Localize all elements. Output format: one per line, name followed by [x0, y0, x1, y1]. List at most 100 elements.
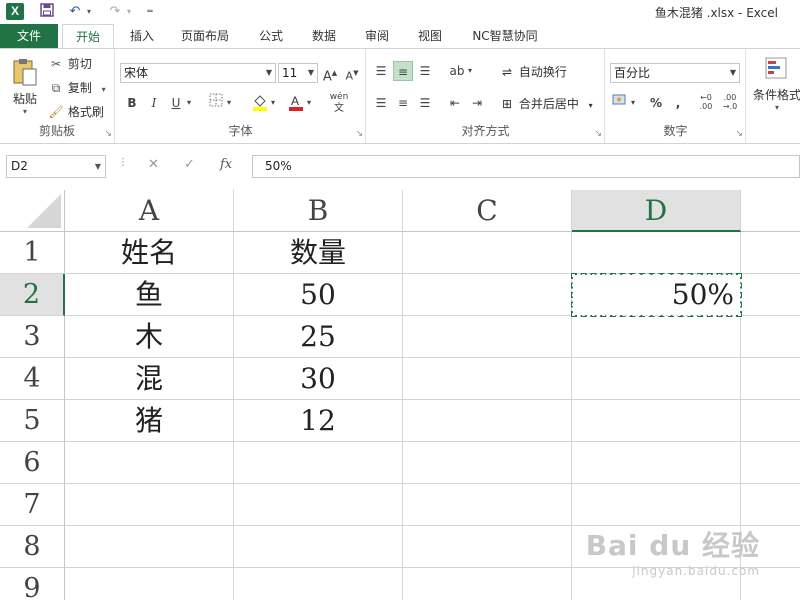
orientation-dropdown-icon[interactable]: ▾ — [465, 61, 475, 81]
alignment-launcher-icon[interactable]: ↘ — [594, 129, 602, 139]
align-middle-button[interactable]: ≡ — [393, 61, 413, 81]
cell-d3[interactable] — [572, 316, 741, 358]
redo-dropdown-icon[interactable]: ▾ — [124, 3, 134, 21]
bold-button[interactable]: B — [122, 93, 142, 113]
font-name-combo[interactable]: 宋体 ▼ — [120, 63, 276, 83]
phonetic-guide-button[interactable]: wén 文 — [326, 91, 352, 114]
fill-color-button[interactable] — [250, 93, 270, 113]
tab-formulas[interactable]: 公式 — [248, 24, 294, 49]
cell-c3[interactable] — [403, 316, 572, 358]
cell-c6[interactable] — [403, 442, 572, 484]
borders-button[interactable] — [206, 93, 226, 113]
borders-dropdown-icon[interactable]: ▾ — [224, 93, 234, 113]
cell-a6[interactable] — [65, 442, 234, 484]
cell-c8[interactable] — [403, 526, 572, 568]
cell-a7[interactable] — [65, 484, 234, 526]
cell-e2[interactable] — [741, 274, 800, 316]
cancel-icon[interactable]: ✕ — [148, 157, 159, 172]
row-header-4[interactable]: 4 — [0, 358, 65, 400]
align-top-button[interactable]: ☰ — [371, 61, 391, 81]
number-launcher-icon[interactable]: ↘ — [735, 129, 743, 139]
orientation-button[interactable]: ab — [447, 61, 467, 81]
name-box[interactable]: D2 ▼ — [6, 155, 106, 178]
cell-d5[interactable] — [572, 400, 741, 442]
column-header-a[interactable]: A — [65, 190, 234, 232]
decrease-indent-button[interactable]: ⇤ — [445, 93, 465, 113]
cell-c1[interactable] — [403, 232, 572, 274]
increase-indent-button[interactable]: ⇥ — [467, 93, 487, 113]
fill-color-dropdown-icon[interactable]: ▾ — [268, 93, 278, 113]
row-header-9[interactable]: 9 — [0, 568, 65, 600]
cell-a2[interactable]: 鱼 — [65, 274, 234, 316]
undo-dropdown-icon[interactable]: ▾ — [84, 3, 94, 21]
cell-e4[interactable] — [741, 358, 800, 400]
cell-a1[interactable]: 姓名 — [65, 232, 234, 274]
cell-a8[interactable] — [65, 526, 234, 568]
cell-b7[interactable] — [234, 484, 403, 526]
row-header-8[interactable]: 8 — [0, 526, 65, 568]
cell-b5[interactable]: 12 — [234, 400, 403, 442]
undo-icon[interactable]: ↶ — [66, 3, 84, 21]
align-bottom-button[interactable]: ☰ — [415, 61, 435, 81]
row-header-2[interactable]: 2 — [0, 274, 65, 316]
cell-d6[interactable] — [572, 442, 741, 484]
comma-style-button[interactable]: , — [668, 93, 688, 113]
cell-a3[interactable]: 木 — [65, 316, 234, 358]
more-options-icon[interactable]: ⋮ — [118, 157, 128, 168]
save-icon[interactable] — [38, 3, 56, 21]
font-launcher-icon[interactable]: ↘ — [355, 129, 363, 139]
underline-dropdown-icon[interactable]: ▾ — [184, 93, 194, 113]
italic-button[interactable]: I — [144, 93, 164, 113]
cell-e6[interactable] — [741, 442, 800, 484]
merge-center-button[interactable]: ⊞ 合并后居中 ▾ — [499, 95, 593, 112]
wrap-text-button[interactable]: ⇌ 自动换行 — [499, 63, 567, 80]
cell-b4[interactable]: 30 — [234, 358, 403, 400]
cut-button[interactable]: ✂ 剪切 — [48, 55, 92, 72]
cell-a5[interactable]: 猪 — [65, 400, 234, 442]
cell-d7[interactable] — [572, 484, 741, 526]
cell-a9[interactable] — [65, 568, 234, 600]
cell-b1[interactable]: 数量 — [234, 232, 403, 274]
redo-icon[interactable]: ↷ — [106, 3, 124, 21]
cell-a4[interactable]: 混 — [65, 358, 234, 400]
conditional-format-button[interactable]: 条件格式 ▾ — [751, 55, 800, 112]
tab-view[interactable]: 视图 — [407, 24, 453, 49]
format-painter-button[interactable]: 🖌 格式刷 — [48, 103, 103, 120]
number-format-combo[interactable]: 百分比 ▼ — [610, 63, 740, 83]
align-center-button[interactable]: ≡ — [393, 93, 413, 113]
increase-decimal-button[interactable]: ←0.00 — [696, 93, 716, 113]
cell-e5[interactable] — [741, 400, 800, 442]
cell-c5[interactable] — [403, 400, 572, 442]
column-header-b[interactable]: B — [234, 190, 403, 232]
tab-nc-collab[interactable]: NC智慧协同 — [462, 24, 548, 49]
paste-button[interactable]: 粘贴 ▾ — [8, 57, 42, 116]
cell-c7[interactable] — [403, 484, 572, 526]
tab-review[interactable]: 审阅 — [354, 24, 400, 49]
cell-c2[interactable] — [403, 274, 572, 316]
font-size-combo[interactable]: 11 ▼ — [278, 63, 318, 83]
insert-function-icon[interactable]: fx — [220, 157, 232, 172]
cell-d4[interactable] — [572, 358, 741, 400]
row-header-6[interactable]: 6 — [0, 442, 65, 484]
tab-insert[interactable]: 插入 — [120, 24, 164, 49]
align-right-button[interactable]: ☰ — [415, 93, 435, 113]
cell-d1[interactable] — [572, 232, 741, 274]
customize-qat-icon[interactable]: ═ — [144, 3, 156, 21]
increase-font-size-button[interactable]: A▲ — [320, 63, 340, 84]
row-header-1[interactable]: 1 — [0, 232, 65, 274]
cell-b8[interactable] — [234, 526, 403, 568]
cell-d2[interactable]: 50% — [572, 274, 741, 316]
font-color-button[interactable]: A — [286, 93, 306, 113]
font-color-dropdown-icon[interactable]: ▾ — [304, 93, 314, 113]
cell-b3[interactable]: 25 — [234, 316, 403, 358]
clipboard-launcher-icon[interactable]: ↘ — [104, 129, 112, 139]
copy-button[interactable]: ⧉ 复制 ▾ — [48, 79, 106, 96]
cell-c9[interactable] — [403, 568, 572, 600]
tab-data[interactable]: 数据 — [301, 24, 347, 49]
align-left-button[interactable]: ☰ — [371, 93, 391, 113]
cell-e3[interactable] — [741, 316, 800, 358]
cell-c4[interactable] — [403, 358, 572, 400]
cell-b2[interactable]: 50 — [234, 274, 403, 316]
decrease-decimal-button[interactable]: .00 →.0 — [720, 93, 740, 113]
tab-file[interactable]: 文件 — [0, 24, 58, 49]
